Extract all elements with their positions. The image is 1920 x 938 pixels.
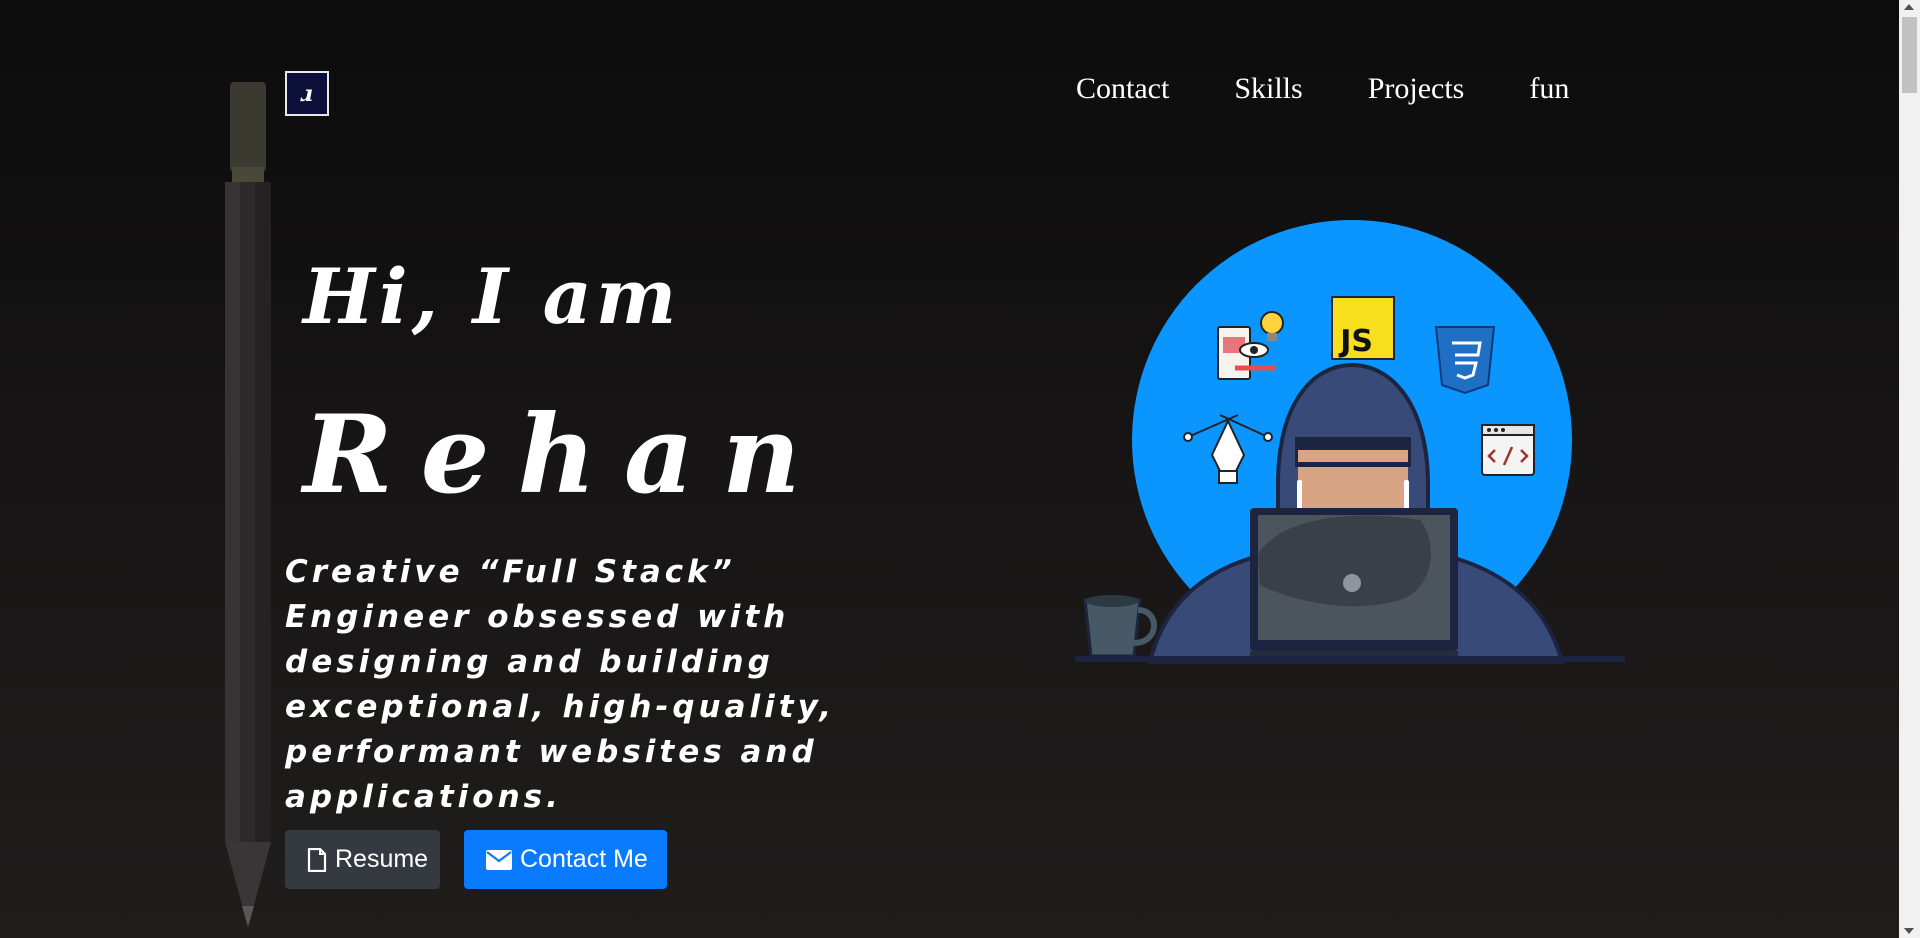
nav-contact[interactable]: Contact — [1076, 70, 1169, 108]
envelope-icon — [486, 849, 512, 870]
developer-illustration: JS — [1075, 220, 1625, 664]
contact-me-button[interactable]: Contact Me — [464, 830, 667, 889]
logo[interactable]: ɹ — [285, 71, 329, 116]
nav-fun[interactable]: fun — [1529, 70, 1569, 108]
contact-me-label: Contact Me — [520, 845, 648, 873]
js-badge-text: JS — [1338, 324, 1373, 359]
scroll-thumb[interactable] — [1902, 17, 1917, 93]
resume-label: Resume — [335, 845, 429, 873]
hero-greeting: Hi, I am — [303, 252, 681, 341]
hero-tagline: Creative “Full Stack” Engineer obsessed … — [285, 554, 836, 815]
resume-button[interactable]: Resume — [285, 830, 440, 889]
main-nav: Contact Skills Projects fun — [1076, 70, 1569, 108]
scroll-down-arrow-icon[interactable] — [1904, 928, 1914, 934]
nav-skills[interactable]: Skills — [1234, 70, 1302, 108]
scroll-up-arrow-icon[interactable] — [1904, 4, 1914, 10]
pencil-decoration — [225, 82, 271, 927]
file-icon — [307, 847, 327, 872]
nav-projects[interactable]: Projects — [1368, 70, 1465, 108]
scrollbar[interactable] — [1899, 0, 1920, 938]
hero-name: Rehan — [303, 392, 829, 518]
